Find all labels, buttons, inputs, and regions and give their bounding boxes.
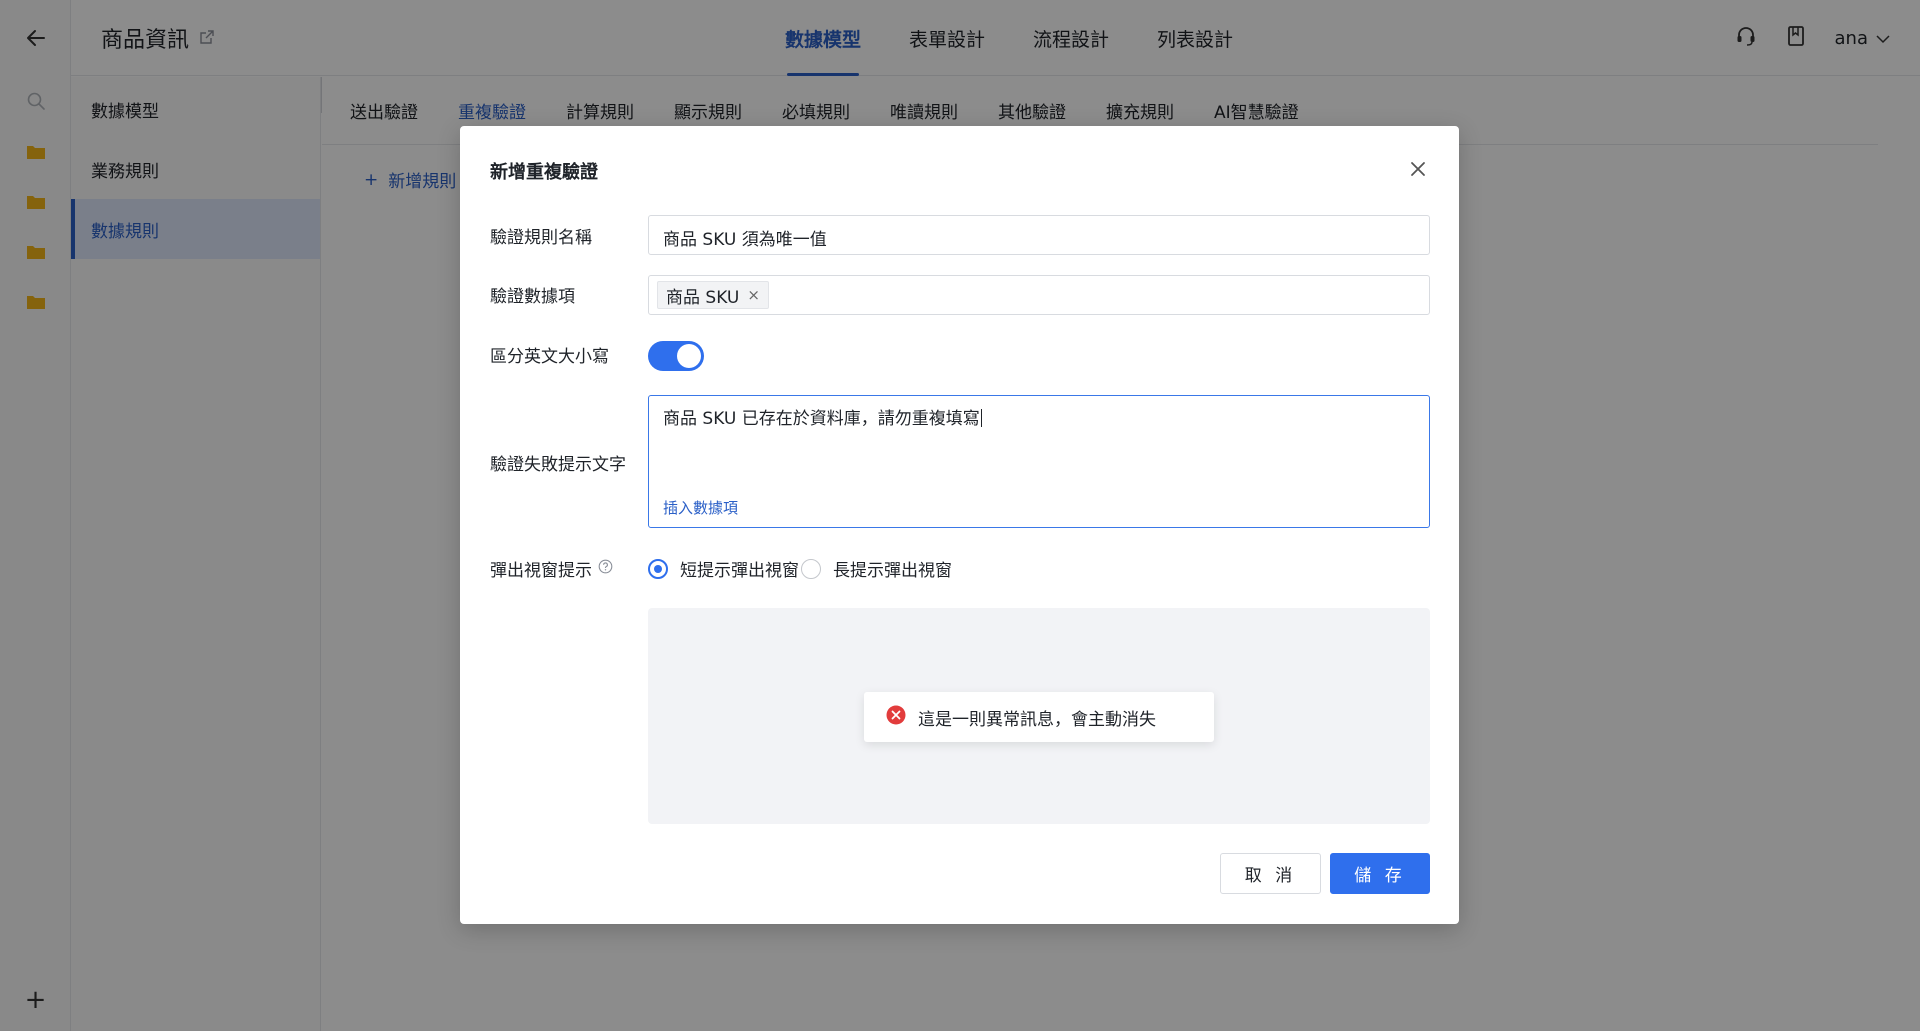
tag-label: 商品 SKU <box>666 287 740 308</box>
popup-radio-group: 短提示彈出視窗 長提示彈出視窗 <box>648 556 952 581</box>
radio-circle <box>801 558 821 579</box>
popup-label: 彈出視窗提示 <box>490 556 613 581</box>
help-icon[interactable] <box>598 559 613 579</box>
toggle-knob <box>677 344 701 368</box>
rule-name-value: 商品 SKU 須為唯一值 <box>663 230 827 250</box>
rule-name-label: 驗證規則名稱 <box>490 228 592 248</box>
insert-data-item-link[interactable]: 插入數據項 <box>663 497 738 518</box>
cancel-button[interactable]: 取 消 <box>1220 853 1321 894</box>
case-sensitive-label: 區分英文大小寫 <box>490 347 609 367</box>
radio-long-popup[interactable]: 長提示彈出視窗 <box>801 556 952 581</box>
radio-long-label: 長提示彈出視窗 <box>833 561 952 581</box>
data-item-tag: 商品 SKU × <box>657 281 769 309</box>
toast-message: 這是一則異常訊息，會主動消失 <box>918 709 1156 730</box>
save-button[interactable]: 儲 存 <box>1330 853 1430 894</box>
popup-label-text: 彈出視窗提示 <box>490 561 592 581</box>
dialog-title: 新增重複驗證 <box>490 162 598 183</box>
error-icon <box>886 705 906 730</box>
add-duplicate-validation-dialog: 新增重複驗證 驗證規則名稱 商品 SKU 須為唯一值 驗證數據項 商品 SKU … <box>460 126 1459 924</box>
radio-circle <box>648 558 668 579</box>
radio-short-label: 短提示彈出視窗 <box>680 561 799 581</box>
data-item-label: 驗證數據項 <box>490 287 575 307</box>
fail-text-textarea[interactable]: 商品 SKU 已存在於資料庫，請勿重複填寫 插入數據項 <box>648 395 1430 528</box>
close-icon[interactable] <box>1407 158 1429 180</box>
case-sensitive-toggle[interactable] <box>648 341 704 371</box>
radio-short-popup[interactable]: 短提示彈出視窗 <box>648 556 799 581</box>
fail-text-value: 商品 SKU 已存在於資料庫，請勿重複填寫 <box>663 404 982 429</box>
popup-preview-area: 這是一則異常訊息，會主動消失 <box>648 608 1430 824</box>
data-item-select[interactable]: 商品 SKU × <box>648 275 1430 315</box>
fail-text-label: 驗證失敗提示文字 <box>490 455 626 475</box>
app-root: + 商品資訊 數據模型 表單設計 流程設計 列表設計 ana 數據模型 業務規則… <box>0 0 1920 1031</box>
error-toast-preview: 這是一則異常訊息，會主動消失 <box>864 692 1214 742</box>
tag-remove-icon[interactable]: × <box>747 286 760 304</box>
rule-name-input[interactable]: 商品 SKU 須為唯一值 <box>648 215 1430 255</box>
